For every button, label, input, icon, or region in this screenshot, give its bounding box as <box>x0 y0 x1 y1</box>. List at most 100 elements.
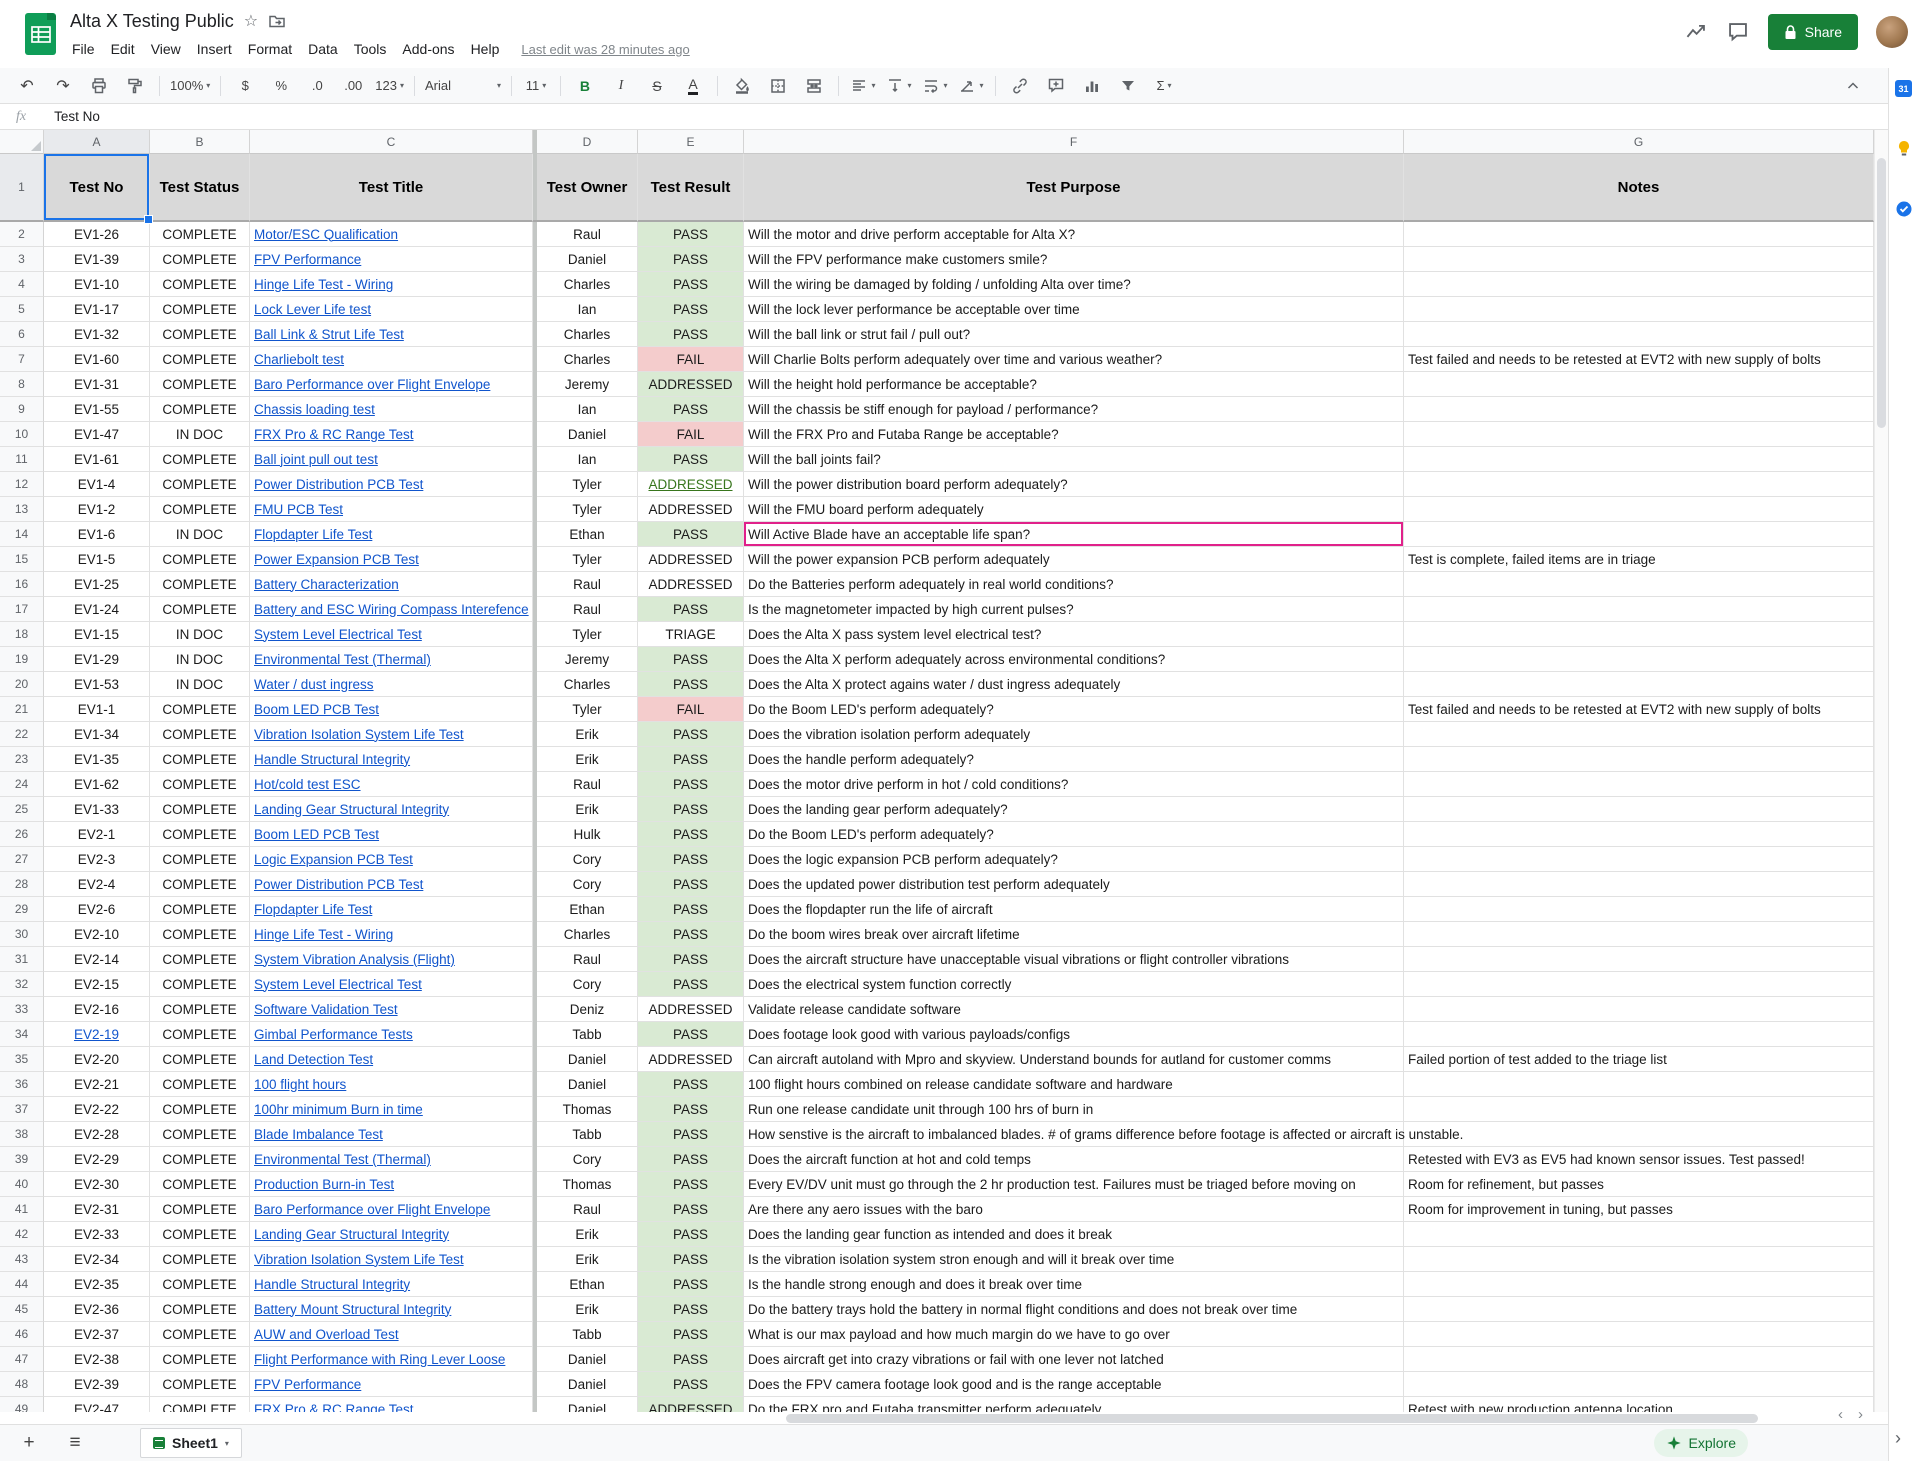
cell-test-purpose-23[interactable]: Does the handle perform adequately? <box>744 747 1404 772</box>
cell-test-no-39[interactable]: EV2-29 <box>44 1147 150 1172</box>
cell-notes-15[interactable]: Test is complete, failed items are in tr… <box>1404 547 1874 572</box>
cell-test-status-27[interactable]: COMPLETE <box>150 847 250 872</box>
cell-test-purpose-28[interactable]: Does the updated power distribution test… <box>744 872 1404 897</box>
cell-test-result-44[interactable]: PASS <box>638 1272 744 1297</box>
cell-test-title-48[interactable]: FPV Performance <box>250 1372 533 1397</box>
row-header-13[interactable]: 13 <box>0 497 44 522</box>
cell-test-result-34[interactable]: PASS <box>638 1022 744 1047</box>
column-header-B[interactable]: B <box>150 130 250 154</box>
cell-notes-48[interactable] <box>1404 1372 1874 1397</box>
cell-test-title-34[interactable]: Gimbal Performance Tests <box>250 1022 533 1047</box>
cell-test-no-3[interactable]: EV1-39 <box>44 247 150 272</box>
cell-test-title-36[interactable]: 100 flight hours <box>250 1072 533 1097</box>
cell-test-no-48[interactable]: EV2-39 <box>44 1372 150 1397</box>
cell-test-title-9[interactable]: Chassis loading test <box>250 397 533 422</box>
cell-test-status-48[interactable]: COMPLETE <box>150 1372 250 1397</box>
cell-test-title-16[interactable]: Battery Characterization <box>250 572 533 597</box>
cell-test-purpose-34[interactable]: Does footage look good with various payl… <box>744 1022 1404 1047</box>
cell-test-result-40[interactable]: PASS <box>638 1172 744 1197</box>
cell-notes-19[interactable] <box>1404 647 1874 672</box>
column-header-D[interactable]: D <box>537 130 638 154</box>
cell-test-no-17[interactable]: EV1-24 <box>44 597 150 622</box>
cell-notes-34[interactable] <box>1404 1022 1874 1047</box>
cell-test-owner-21[interactable]: Tyler <box>537 697 638 722</box>
cell-test-status-39[interactable]: COMPLETE <box>150 1147 250 1172</box>
strikethrough-button[interactable]: S <box>640 73 674 99</box>
cell-test-status-4[interactable]: COMPLETE <box>150 272 250 297</box>
cell-test-status-45[interactable]: COMPLETE <box>150 1297 250 1322</box>
cell-test-no-40[interactable]: EV2-30 <box>44 1172 150 1197</box>
row-header-12[interactable]: 12 <box>0 472 44 497</box>
cell-test-status-17[interactable]: COMPLETE <box>150 597 250 622</box>
cell-test-result-31[interactable]: PASS <box>638 947 744 972</box>
row-header-15[interactable]: 15 <box>0 547 44 572</box>
cell-test-no-32[interactable]: EV2-15 <box>44 972 150 997</box>
cell-test-no-12[interactable]: EV1-4 <box>44 472 150 497</box>
cell-test-title-43[interactable]: Vibration Isolation System Life Test <box>250 1247 533 1272</box>
cell-test-no-11[interactable]: EV1-61 <box>44 447 150 472</box>
cell-test-no-6[interactable]: EV1-32 <box>44 322 150 347</box>
row-header-37[interactable]: 37 <box>0 1097 44 1122</box>
cell-test-result-49[interactable]: ADDRESSED <box>638 1397 744 1412</box>
row-header-26[interactable]: 26 <box>0 822 44 847</box>
share-button[interactable]: Share <box>1768 14 1858 50</box>
cell-test-purpose-3[interactable]: Will the FPV performance make customers … <box>744 247 1404 272</box>
cell-test-purpose-20[interactable]: Does the Alta X protect agains water / d… <box>744 672 1404 697</box>
cell-test-title-20[interactable]: Water / dust ingress <box>250 672 533 697</box>
cell-test-result-32[interactable]: PASS <box>638 972 744 997</box>
cell-test-status-13[interactable]: COMPLETE <box>150 497 250 522</box>
cell-test-result-15[interactable]: ADDRESSED <box>638 547 744 572</box>
horizontal-align-button[interactable]: ▾ <box>846 73 880 99</box>
cell-test-purpose-11[interactable]: Will the ball joints fail? <box>744 447 1404 472</box>
merge-cells-button[interactable] <box>797 73 831 99</box>
cell-test-result-47[interactable]: PASS <box>638 1347 744 1372</box>
cell-test-result-6[interactable]: PASS <box>638 322 744 347</box>
cell-notes-33[interactable] <box>1404 997 1874 1022</box>
cell-test-result-22[interactable]: PASS <box>638 722 744 747</box>
cell-test-owner-3[interactable]: Daniel <box>537 247 638 272</box>
cell-test-purpose-41[interactable]: Are there any aero issues with the baro <box>744 1197 1404 1222</box>
cell-notes-27[interactable] <box>1404 847 1874 872</box>
row-header-23[interactable]: 23 <box>0 747 44 772</box>
cell-test-owner-16[interactable]: Raul <box>537 572 638 597</box>
cell-test-status-15[interactable]: COMPLETE <box>150 547 250 572</box>
cell-test-no-43[interactable]: EV2-34 <box>44 1247 150 1272</box>
cell-test-owner-34[interactable]: Tabb <box>537 1022 638 1047</box>
cell-notes-16[interactable] <box>1404 572 1874 597</box>
cell-notes-31[interactable] <box>1404 947 1874 972</box>
cell-test-no-2[interactable]: EV1-26 <box>44 222 150 247</box>
cell-test-status-6[interactable]: COMPLETE <box>150 322 250 347</box>
cell-test-purpose-27[interactable]: Does the logic expansion PCB perform ade… <box>744 847 1404 872</box>
cell-test-result-33[interactable]: ADDRESSED <box>638 997 744 1022</box>
cell-notes-42[interactable] <box>1404 1222 1874 1247</box>
cell-notes-8[interactable] <box>1404 372 1874 397</box>
cell-test-result-9[interactable]: PASS <box>638 397 744 422</box>
cell-test-purpose-46[interactable]: What is our max payload and how much mar… <box>744 1322 1404 1347</box>
cell-test-title-4[interactable]: Hinge Life Test - Wiring <box>250 272 533 297</box>
cell-test-result-12[interactable]: ADDRESSED <box>638 472 744 497</box>
cell-notes-32[interactable] <box>1404 972 1874 997</box>
format-currency-button[interactable]: $ <box>228 73 262 99</box>
cell-test-purpose-5[interactable]: Will the lock lever performance be accep… <box>744 297 1404 322</box>
cell-test-result-8[interactable]: ADDRESSED <box>638 372 744 397</box>
cell-test-status-8[interactable]: COMPLETE <box>150 372 250 397</box>
cell-test-status-3[interactable]: COMPLETE <box>150 247 250 272</box>
cell-test-title-33[interactable]: Software Validation Test <box>250 997 533 1022</box>
cell-test-title-37[interactable]: 100hr minimum Burn in time <box>250 1097 533 1122</box>
cell-test-title-35[interactable]: Land Detection Test <box>250 1047 533 1072</box>
row-header-16[interactable]: 16 <box>0 572 44 597</box>
cell-test-owner-32[interactable]: Cory <box>537 972 638 997</box>
row-header-11[interactable]: 11 <box>0 447 44 472</box>
cell-test-result-18[interactable]: TRIAGE <box>638 622 744 647</box>
cell-test-owner-15[interactable]: Tyler <box>537 547 638 572</box>
cell-test-status-37[interactable]: COMPLETE <box>150 1097 250 1122</box>
row-header-9[interactable]: 9 <box>0 397 44 422</box>
row-header-38[interactable]: 38 <box>0 1122 44 1147</box>
row-header-2[interactable]: 2 <box>0 222 44 247</box>
cell-test-result-29[interactable]: PASS <box>638 897 744 922</box>
cell-test-owner-8[interactable]: Jeremy <box>537 372 638 397</box>
move-folder-icon[interactable] <box>268 12 286 30</box>
cell-notes-10[interactable] <box>1404 422 1874 447</box>
cell-test-purpose-9[interactable]: Will the chassis be stiff enough for pay… <box>744 397 1404 422</box>
vertical-scrollbar[interactable] <box>1874 130 1888 1412</box>
